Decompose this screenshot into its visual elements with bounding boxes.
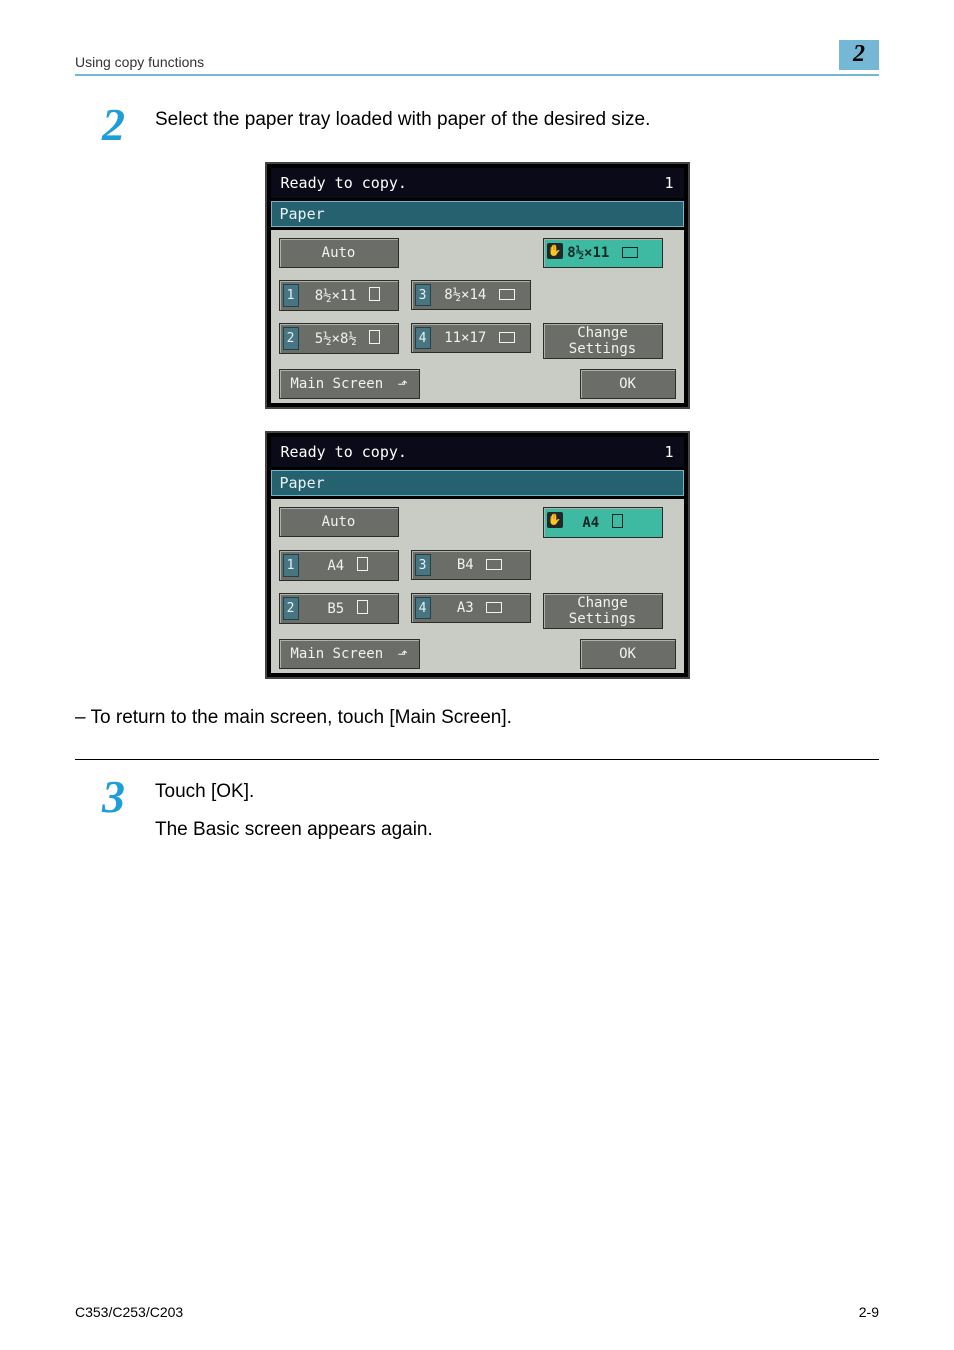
selected-size: 8½×11 xyxy=(567,245,609,261)
main-screen-label: Main Screen xyxy=(290,646,383,662)
auto-button[interactable]: Auto xyxy=(279,238,399,268)
orientation-portrait-icon xyxy=(369,330,380,344)
tray-number: 2 xyxy=(283,597,299,620)
tray-3-size: B4 xyxy=(457,557,474,573)
tray-number: 1 xyxy=(283,284,299,307)
tray-1-size: A4 xyxy=(327,558,344,574)
orientation-portrait-icon xyxy=(369,287,380,301)
orientation-landscape-icon xyxy=(499,289,515,300)
change-label-1: Change xyxy=(577,595,628,611)
hand-icon: ✋ xyxy=(547,243,563,259)
main-screen-button[interactable]: Main Screen ⬏ xyxy=(279,639,420,669)
tray-4-size: A3 xyxy=(457,600,474,616)
orientation-portrait-icon xyxy=(612,514,623,528)
tray-number: 4 xyxy=(415,327,431,349)
copy-count: 1 xyxy=(664,174,673,192)
tray-4-size: 11×17 xyxy=(444,330,486,346)
step-3-subtext: The Basic screen appears again. xyxy=(155,816,879,844)
tray-3-button[interactable]: 3 B4 xyxy=(411,550,531,580)
tray-number: 4 xyxy=(415,597,431,619)
header-rule xyxy=(75,74,879,76)
up-arrow-icon: ⬏ xyxy=(398,377,408,391)
main-screen-label: Main Screen xyxy=(290,376,383,392)
change-settings-button[interactable]: Change Settings xyxy=(543,593,663,629)
tray-number: 3 xyxy=(415,284,431,306)
main-screen-button[interactable]: Main Screen ⬏ xyxy=(279,369,420,399)
orientation-portrait-icon xyxy=(357,600,368,614)
change-label-2: Settings xyxy=(569,611,636,627)
ok-button[interactable]: OK xyxy=(580,369,676,399)
section-rule xyxy=(75,759,879,760)
tray-number: 1 xyxy=(283,554,299,577)
footer-model: C353/C253/C203 xyxy=(75,1304,183,1320)
printer-screen-iso: Ready to copy. 1 Paper Auto ✋ A4 1 A4 xyxy=(265,431,690,679)
tray-4-button[interactable]: 4 A3 xyxy=(411,593,531,623)
tray-number: 3 xyxy=(415,554,431,576)
footer-page: 2-9 xyxy=(859,1304,879,1320)
up-arrow-icon: ⬏ xyxy=(398,647,408,661)
note-main-screen: To return to the main screen, touch [Mai… xyxy=(75,707,879,729)
change-label-1: Change xyxy=(577,325,628,341)
tray-number: 2 xyxy=(283,327,299,350)
tray-2-size: 5½×8½ xyxy=(315,331,357,347)
orientation-landscape-icon xyxy=(486,559,502,570)
orientation-landscape-icon xyxy=(486,602,502,613)
tray-1-button[interactable]: 1 A4 xyxy=(279,550,399,581)
tray-3-button[interactable]: 3 8½×14 xyxy=(411,280,531,310)
auto-button[interactable]: Auto xyxy=(279,507,399,537)
panel-title: Paper xyxy=(271,201,684,227)
panel-title: Paper xyxy=(271,470,684,496)
step-2-text: Select the paper tray loaded with paper … xyxy=(155,106,879,134)
tray-2-button[interactable]: 2 B5 xyxy=(279,593,399,624)
step-2-number: 2 xyxy=(75,102,125,148)
printer-screen-us: Ready to copy. 1 Paper Auto ✋ 8½×11 1 8½… xyxy=(265,162,690,409)
step-3-number: 3 xyxy=(75,774,125,820)
change-settings-button[interactable]: Change Settings xyxy=(543,323,663,359)
status-text: Ready to copy. xyxy=(281,174,407,192)
bypass-tray-button[interactable]: ✋ 8½×11 xyxy=(543,238,663,268)
orientation-landscape-icon xyxy=(622,247,638,258)
tray-2-button[interactable]: 2 5½×8½ xyxy=(279,323,399,354)
tray-3-size: 8½×14 xyxy=(444,287,486,303)
section-title: Using copy functions xyxy=(75,54,204,70)
tray-1-size: 8½×11 xyxy=(315,288,357,304)
hand-icon: ✋ xyxy=(547,512,563,528)
tray-4-button[interactable]: 4 11×17 xyxy=(411,323,531,353)
orientation-portrait-icon xyxy=(357,557,368,571)
bypass-tray-button[interactable]: ✋ A4 xyxy=(543,507,663,538)
selected-size: A4 xyxy=(582,515,599,531)
orientation-landscape-icon xyxy=(499,332,515,343)
tray-2-size: B5 xyxy=(327,601,344,617)
chapter-number: 2 xyxy=(839,40,879,70)
copy-count: 1 xyxy=(664,443,673,461)
change-label-2: Settings xyxy=(569,341,636,357)
tray-1-button[interactable]: 1 8½×11 xyxy=(279,280,399,311)
step-3-text: Touch [OK]. xyxy=(155,778,879,806)
ok-button[interactable]: OK xyxy=(580,639,676,669)
status-text: Ready to copy. xyxy=(281,443,407,461)
